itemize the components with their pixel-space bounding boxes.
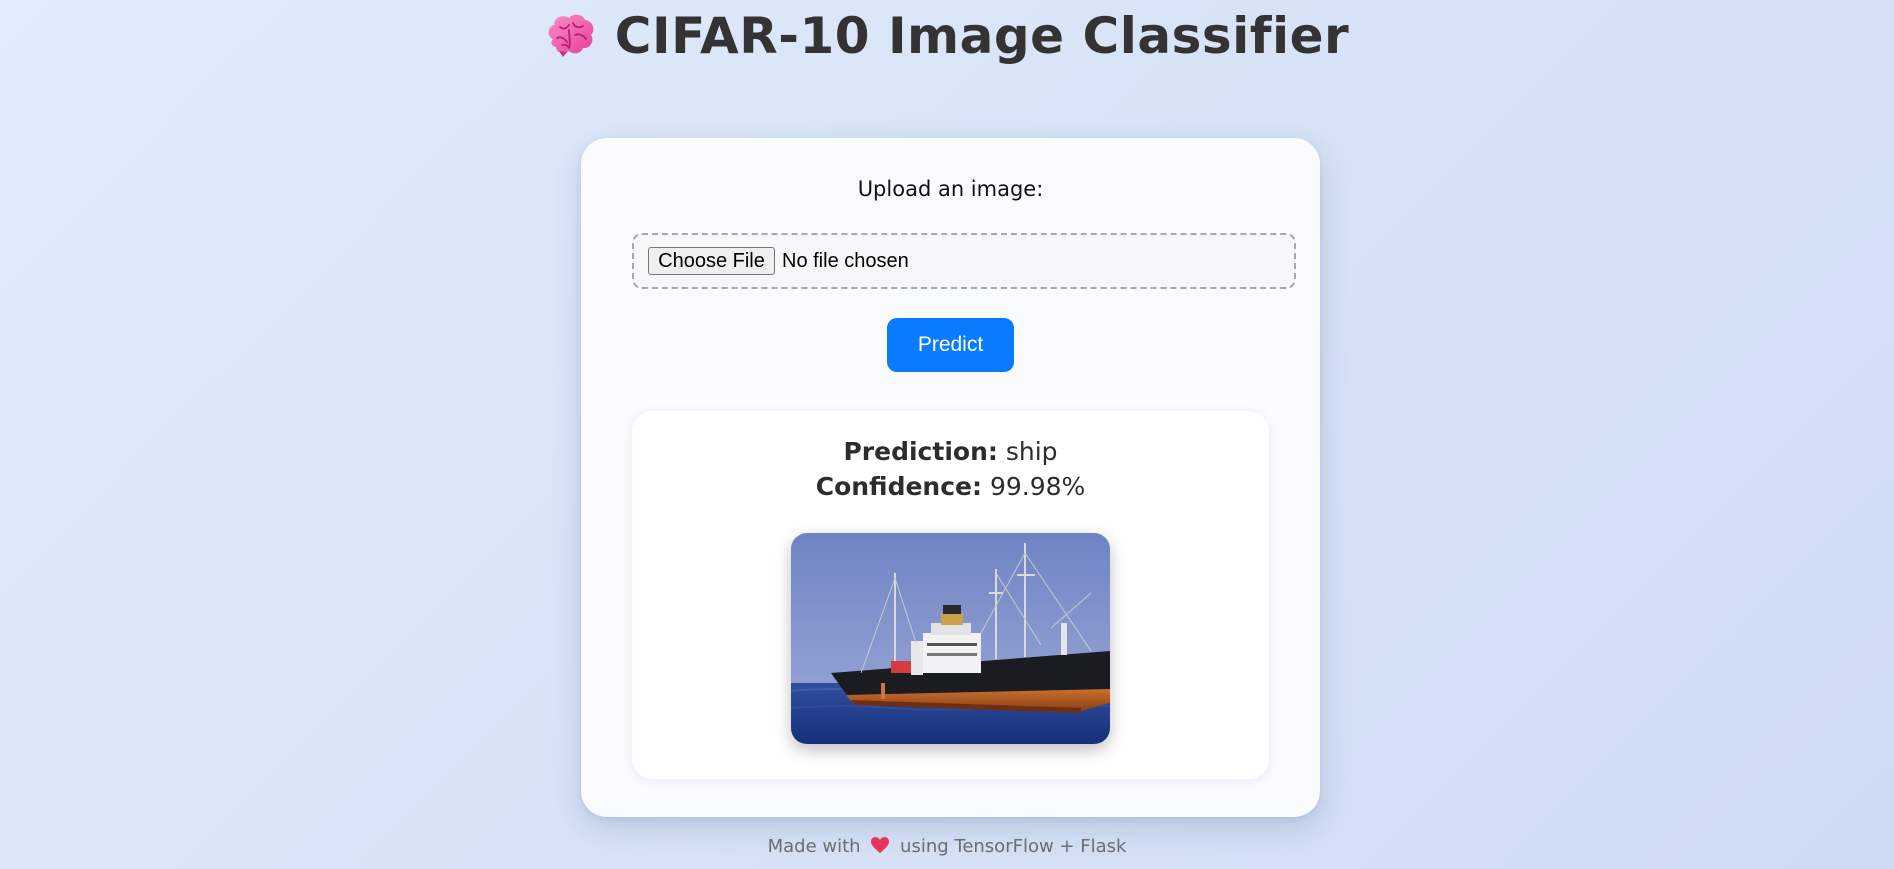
file-status-text: No file chosen — [782, 250, 909, 272]
heart-icon — [871, 837, 890, 853]
upload-label: Upload an image: — [857, 177, 1044, 201]
ship-image — [791, 533, 1110, 744]
footer-text-after: using TensorFlow + Flask — [900, 836, 1127, 857]
prediction-line: Prediction: ship — [632, 437, 1269, 466]
brain-icon — [548, 14, 594, 57]
footer-text-before: Made with — [767, 836, 861, 857]
page-header: CIFAR-10 Image Classifier — [0, 0, 1894, 72]
file-input[interactable]: Choose File No file chosen — [632, 233, 1296, 289]
predict-button[interactable]: Predict — [887, 318, 1014, 372]
footer: Made with using TensorFlow + Flask — [0, 836, 1894, 857]
confidence-value: 99.98% — [989, 472, 1086, 501]
confidence-label: Confidence: — [815, 472, 982, 501]
uploaded-image-preview — [791, 533, 1110, 744]
prediction-value: ship — [1005, 437, 1058, 466]
prediction-label: Prediction: — [843, 437, 998, 466]
confidence-line: Confidence: 99.98% — [632, 472, 1269, 501]
page-title: CIFAR-10 Image Classifier — [614, 7, 1350, 65]
choose-file-button[interactable]: Choose File — [648, 247, 775, 275]
